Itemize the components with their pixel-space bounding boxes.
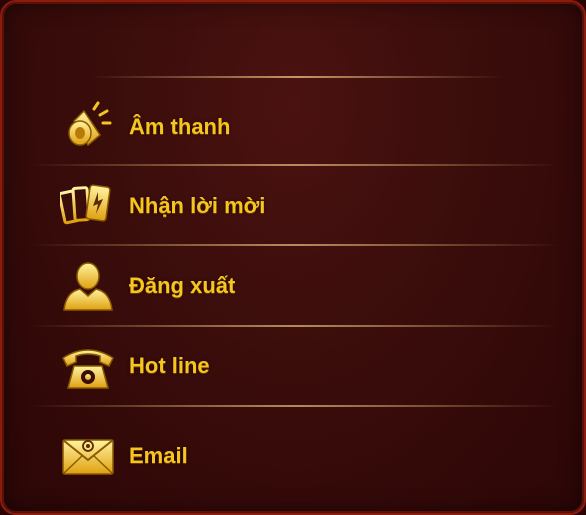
menu-item-invitations[interactable]: Nhận lời mời [42,170,542,242]
cards-icon [60,180,116,232]
divider [32,244,558,246]
menu-item-label: Nhận lời mời [129,193,266,218]
speaker-icon [60,101,116,153]
user-icon [60,260,116,312]
menu-item-label: Âm thanh [129,114,231,139]
menu-item-label: Email [129,443,188,468]
menu-item-hotline[interactable]: Hot line [42,330,542,402]
menu-item-sound[interactable]: Âm thanh [42,91,542,163]
divider [32,325,558,327]
settings-menu-panel: Âm thanh Nhận lời mời Đăng xuất Hot line… [0,0,586,515]
menu-item-label: Hot line [129,353,210,378]
menu-item-logout[interactable]: Đăng xuất [42,250,542,322]
menu-item-email[interactable]: Email [42,420,542,492]
menu-item-label: Đăng xuất [129,273,236,298]
phone-icon [60,340,116,392]
divider [32,164,558,166]
divider [32,405,558,407]
divider [92,76,502,78]
envelope-icon [60,430,116,482]
